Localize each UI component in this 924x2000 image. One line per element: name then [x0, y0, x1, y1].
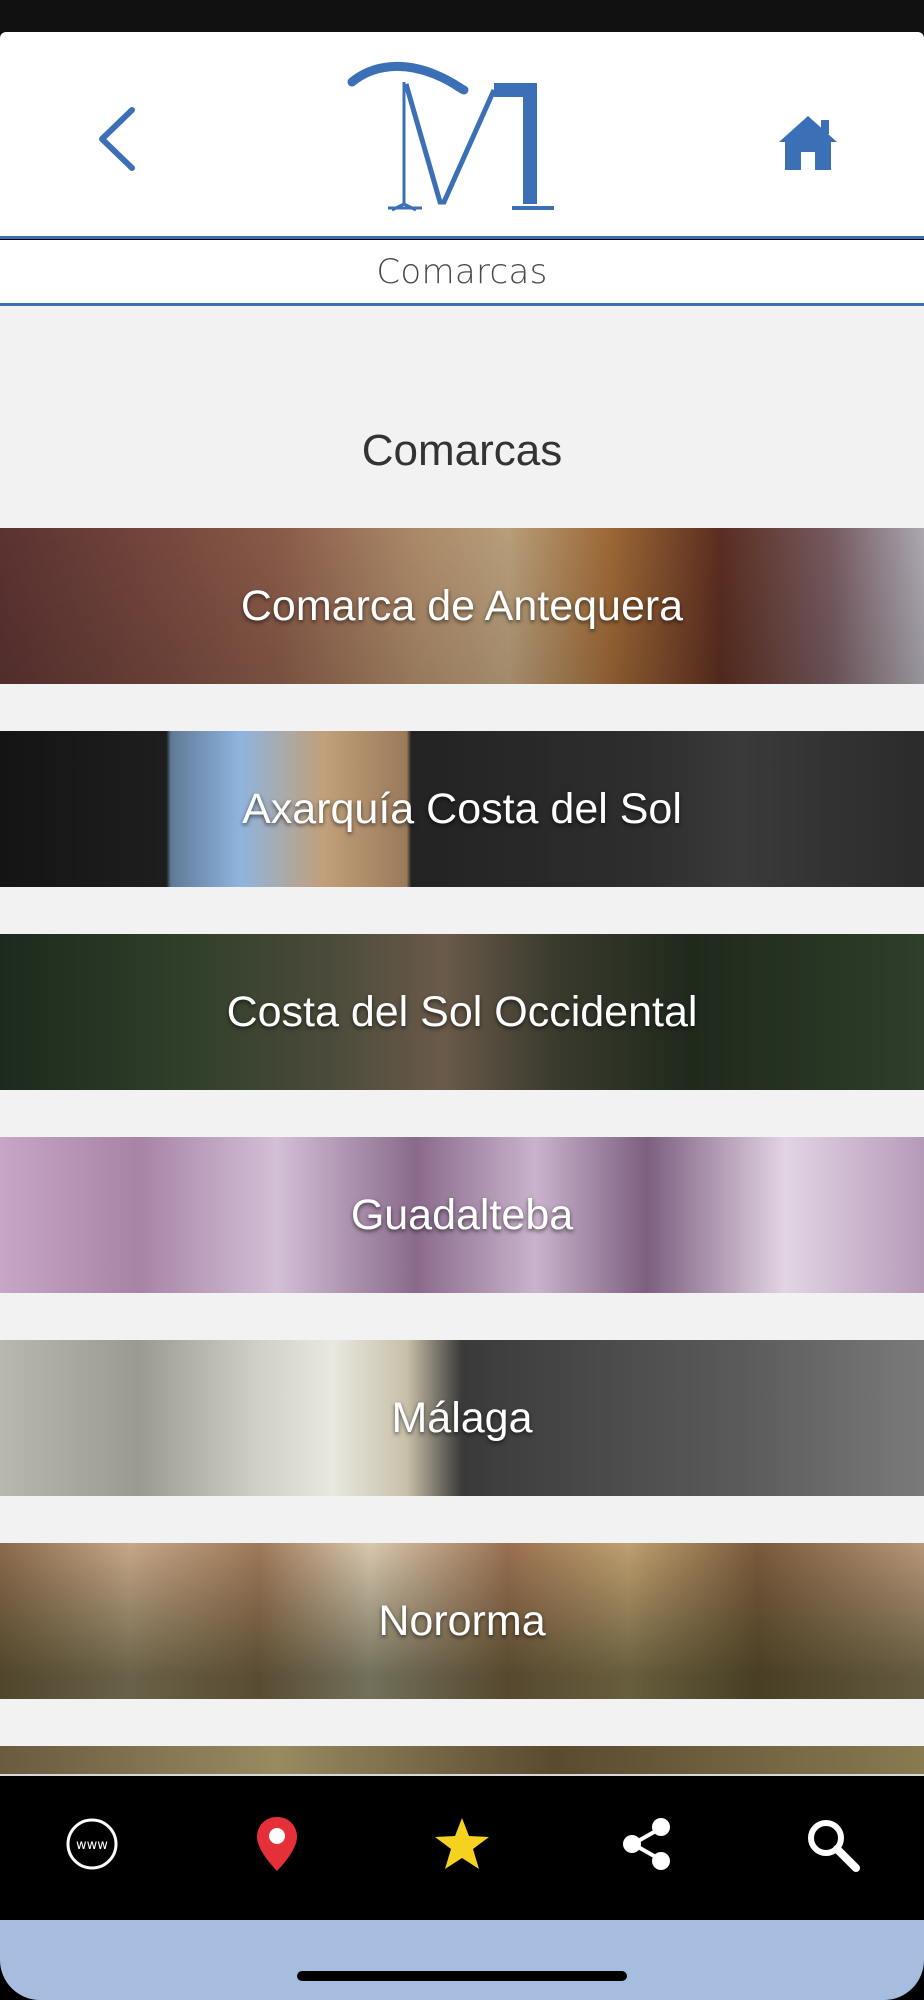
tab-www[interactable]: www: [52, 1804, 132, 1884]
www-icon: www: [66, 1818, 118, 1870]
home-indicator: [297, 1971, 627, 1981]
tab-map[interactable]: [237, 1804, 317, 1884]
bottom-tab-bar: www: [0, 1774, 924, 1920]
region-banner-antequera[interactable]: Comarca de Antequera: [0, 528, 924, 684]
region-label: Málaga: [391, 1393, 533, 1442]
tab-share[interactable]: [607, 1804, 687, 1884]
back-button[interactable]: [86, 94, 146, 184]
region-banner-nororma[interactable]: Nororma: [0, 1543, 924, 1699]
region-label: Axarquía Costa del Sol: [242, 784, 682, 833]
region-banner-costa-del-sol-occidental[interactable]: Costa del Sol Occidental: [0, 934, 924, 1090]
region-banner-malaga[interactable]: Málaga: [0, 1340, 924, 1496]
region-label: Nororma: [378, 1596, 546, 1645]
region-label: Comarca de Antequera: [240, 581, 684, 630]
chevron-left-icon: [99, 107, 135, 171]
search-icon: [808, 1820, 860, 1872]
app-header: [0, 32, 924, 239]
home-icon: [779, 116, 837, 170]
region-label: Guadalteba: [350, 1190, 574, 1239]
region-label: Costa del Sol Occidental: [226, 987, 698, 1036]
map-pin-icon: [257, 1817, 297, 1871]
tab-favorites[interactable]: [422, 1804, 502, 1884]
bottom-safe-area: [0, 1920, 924, 2000]
home-button[interactable]: [772, 102, 844, 182]
breadcrumb-label: Comarcas: [376, 251, 548, 292]
tab-search[interactable]: [792, 1804, 872, 1884]
logo: [347, 61, 554, 212]
region-image: [0, 1746, 924, 1774]
www-icon-text: www: [76, 1838, 108, 1853]
page-title: Comarcas: [361, 426, 563, 475]
header-divider: [0, 236, 924, 239]
region-banner-guadalteba[interactable]: Guadalteba: [0, 1137, 924, 1293]
breadcrumb: Comarcas: [0, 240, 924, 306]
share-icon: [623, 1818, 670, 1870]
region-banner-axarquia[interactable]: Axarquía Costa del Sol: [0, 731, 924, 887]
main-content: Comarcas Comarca de Antequera Axarquía C…: [0, 306, 924, 1774]
star-icon: [435, 1818, 489, 1869]
region-banner-partial[interactable]: [0, 1746, 924, 1774]
status-bar: [0, 0, 924, 32]
